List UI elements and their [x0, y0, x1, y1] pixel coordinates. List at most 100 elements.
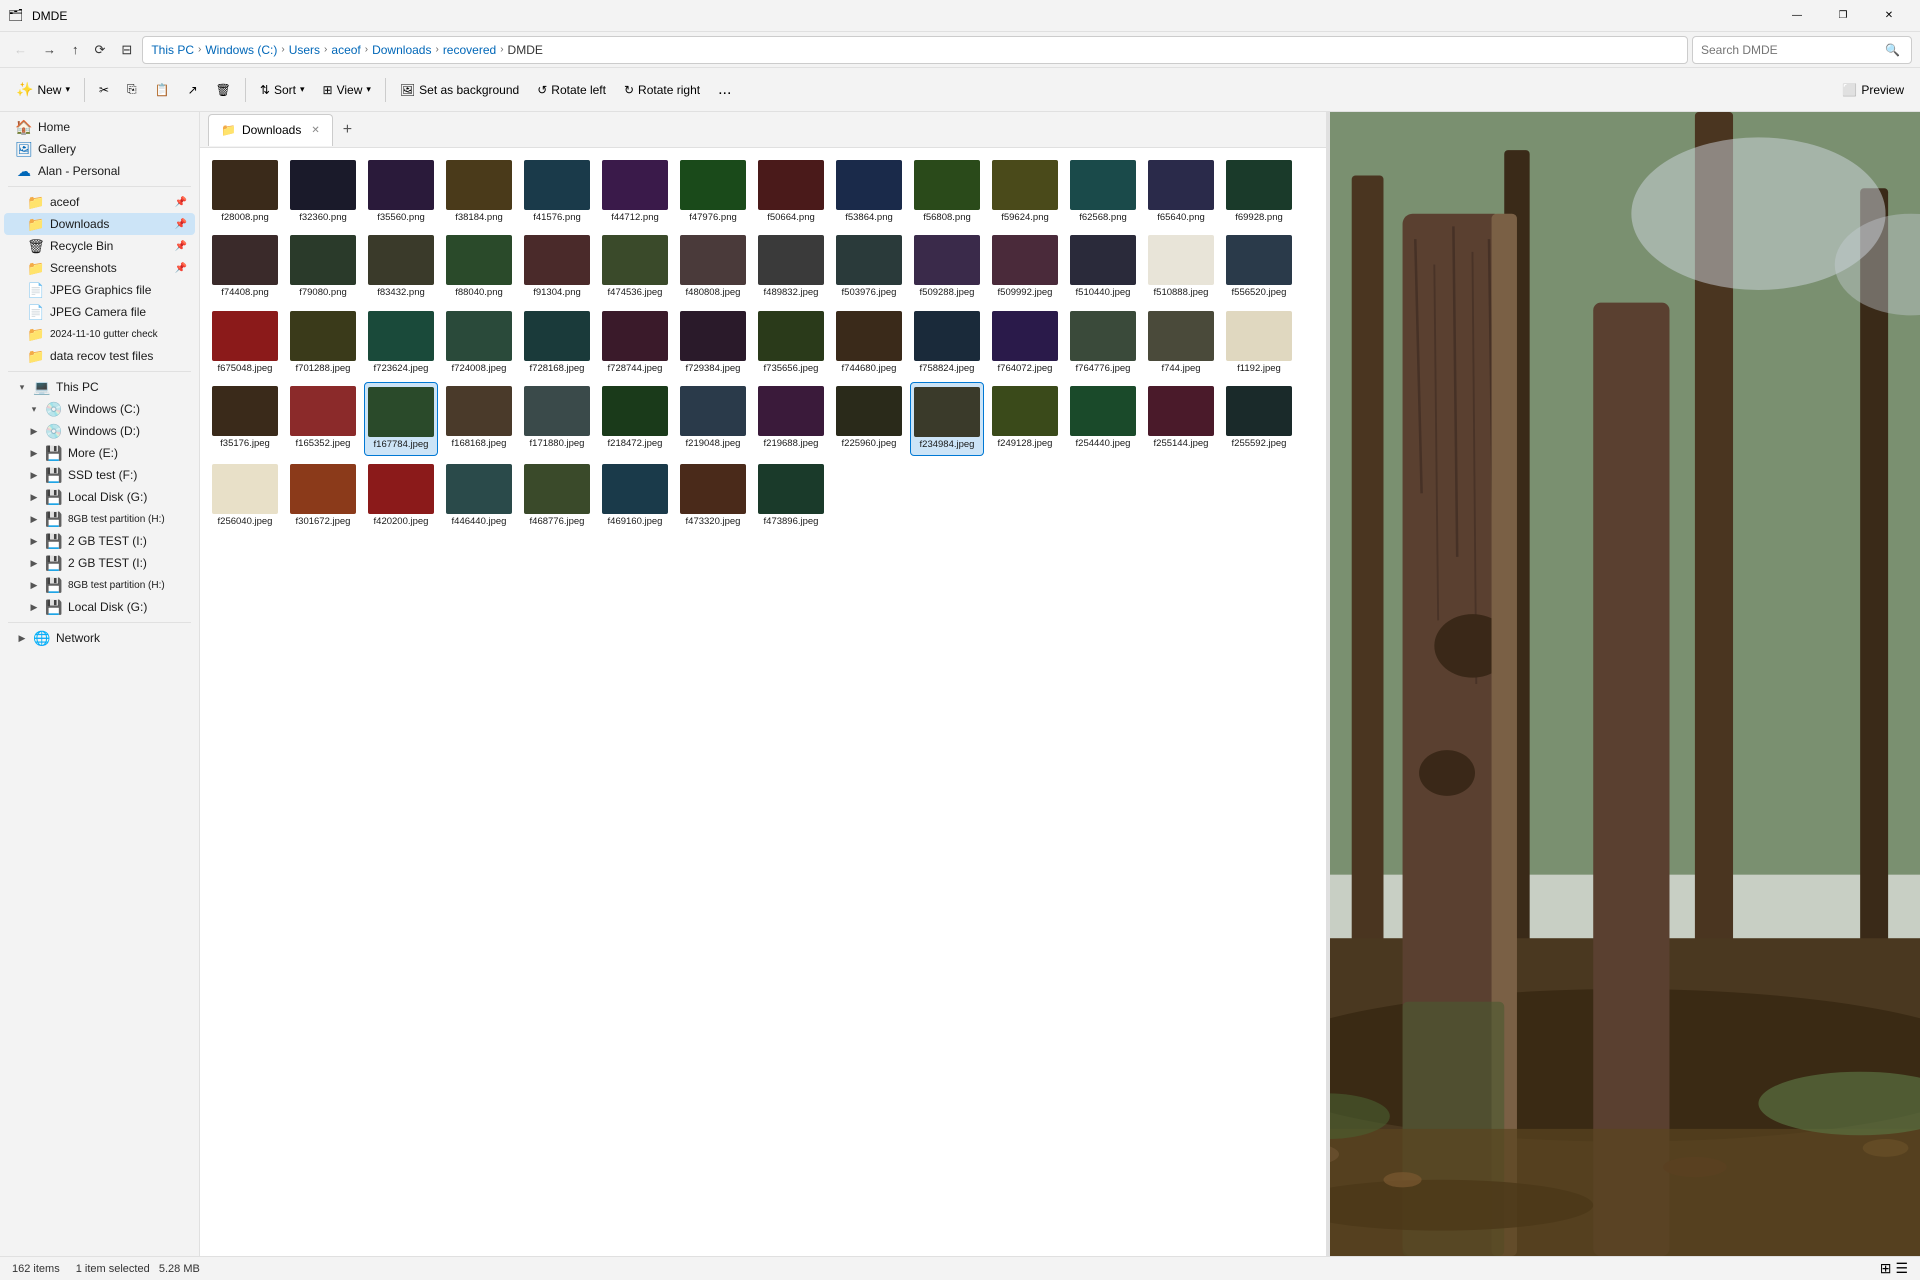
rotate-right-button[interactable]: ↻ Rotate right: [616, 72, 708, 108]
grid-container[interactable]: f28008.pngf32360.pngf35560.pngf38184.png…: [200, 148, 1326, 1256]
bc-downloads[interactable]: Downloads: [372, 43, 431, 57]
sidebar-item-jpeg-graphics[interactable]: 📄 JPEG Graphics file: [4, 279, 195, 301]
grid-item[interactable]: f301672.jpeg: [286, 460, 360, 531]
sidebar-item-8gb-h1[interactable]: ▶ 💾 8GB test partition (H:): [4, 508, 195, 530]
grid-item[interactable]: f47976.png: [676, 156, 750, 227]
grid-item[interactable]: f473896.jpeg: [754, 460, 828, 531]
tab-downloads[interactable]: 📁 Downloads ✕: [208, 114, 333, 146]
sidebar-item-windows-d[interactable]: ▶ 💿 Windows (D:): [4, 420, 195, 442]
grid-item[interactable]: f256040.jpeg: [208, 460, 282, 531]
grid-item[interactable]: f510888.jpeg: [1144, 231, 1218, 302]
copy-button[interactable]: ⎘: [119, 72, 145, 108]
forward-button[interactable]: →: [37, 38, 62, 61]
sidebar-item-recycle-bin[interactable]: 🗑 Recycle Bin 📌: [4, 235, 195, 257]
grid-item[interactable]: f723624.jpeg: [364, 307, 438, 378]
cut-button[interactable]: ✂: [91, 72, 117, 108]
bc-this-pc[interactable]: This PC: [151, 43, 194, 57]
grid-item[interactable]: f59624.png: [988, 156, 1062, 227]
grid-item[interactable]: f91304.png: [520, 231, 594, 302]
grid-item[interactable]: f758824.jpeg: [910, 307, 984, 378]
restore-button[interactable]: ❐: [1820, 0, 1866, 32]
more-e-toggle[interactable]: ▶: [28, 448, 40, 459]
grid-item[interactable]: f735656.jpeg: [754, 307, 828, 378]
sort-button[interactable]: ⇅ Sort ▾: [252, 72, 313, 108]
grid-item[interactable]: f446440.jpeg: [442, 460, 516, 531]
grid-item[interactable]: f480808.jpeg: [676, 231, 750, 302]
sidebar-item-home[interactable]: 🏠 Home: [4, 116, 195, 138]
grid-item[interactable]: f473320.jpeg: [676, 460, 750, 531]
grid-item[interactable]: f53864.png: [832, 156, 906, 227]
up-button[interactable]: ↑: [66, 38, 85, 61]
grid-item[interactable]: f62568.png: [1066, 156, 1140, 227]
grid-item[interactable]: f469160.jpeg: [598, 460, 672, 531]
grid-item[interactable]: f65640.png: [1144, 156, 1218, 227]
sidebar-item-more-e[interactable]: ▶ 💾 More (E:): [4, 442, 195, 464]
grid-item[interactable]: f41576.png: [520, 156, 594, 227]
grid-item[interactable]: f35176.jpeg: [208, 382, 282, 455]
grid-item[interactable]: f79080.png: [286, 231, 360, 302]
grid-item[interactable]: f474536.jpeg: [598, 231, 672, 302]
grid-item[interactable]: f503976.jpeg: [832, 231, 906, 302]
grid-item[interactable]: f556520.jpeg: [1222, 231, 1296, 302]
grid-item[interactable]: f44712.png: [598, 156, 672, 227]
grid-item[interactable]: f218472.jpeg: [598, 382, 672, 455]
sidebar-item-network[interactable]: ▶ 🌐 Network: [4, 627, 195, 649]
grid-item[interactable]: f234984.jpeg: [910, 382, 984, 455]
grid-item[interactable]: f510440.jpeg: [1066, 231, 1140, 302]
close-button[interactable]: ✕: [1866, 0, 1912, 32]
sidebar-item-windows-c[interactable]: ▾ 💿 Windows (C:): [4, 398, 195, 420]
sidebar-item-alan-personal[interactable]: ☁ Alan - Personal: [4, 160, 195, 182]
grid-item[interactable]: f249128.jpeg: [988, 382, 1062, 455]
minimize-button[interactable]: —: [1774, 0, 1820, 32]
grid-item[interactable]: f724008.jpeg: [442, 307, 516, 378]
delete-button[interactable]: 🗑: [208, 72, 239, 108]
grid-item[interactable]: f69928.png: [1222, 156, 1296, 227]
tab-close-button[interactable]: ✕: [311, 125, 319, 136]
search-input[interactable]: [1701, 43, 1881, 57]
preview-button[interactable]: ⬜ Preview: [1834, 79, 1912, 101]
grid-item[interactable]: f56808.png: [910, 156, 984, 227]
8gb-h2-toggle[interactable]: ▶: [28, 580, 40, 591]
share-button[interactable]: ↗: [180, 72, 206, 108]
set-background-button[interactable]: 🖼 Set as background: [392, 72, 527, 108]
sidebar-item-aceof[interactable]: 📁 aceof 📌: [4, 191, 195, 213]
sidebar-item-screenshots[interactable]: 📁 Screenshots 📌: [4, 257, 195, 279]
grid-item[interactable]: f219048.jpeg: [676, 382, 750, 455]
grid-item[interactable]: f728744.jpeg: [598, 307, 672, 378]
grid-item[interactable]: f509992.jpeg: [988, 231, 1062, 302]
grid-item[interactable]: f167784.jpeg: [364, 382, 438, 455]
local-g2-toggle[interactable]: ▶: [28, 602, 40, 613]
grid-item[interactable]: f88040.png: [442, 231, 516, 302]
windows-c-toggle[interactable]: ▾: [28, 404, 40, 415]
grid-item[interactable]: f420200.jpeg: [364, 460, 438, 531]
grid-item[interactable]: f675048.jpeg: [208, 307, 282, 378]
grid-item[interactable]: f701288.jpeg: [286, 307, 360, 378]
grid-item[interactable]: f744.jpeg: [1144, 307, 1218, 378]
grid-item[interactable]: f168168.jpeg: [442, 382, 516, 455]
sidebar-item-gallery[interactable]: 🖼 Gallery: [4, 138, 195, 160]
sidebar-item-data-recov[interactable]: 📁 data recov test files: [4, 345, 195, 367]
2gb-i1-toggle[interactable]: ▶: [28, 536, 40, 547]
sidebar-item-local-g2[interactable]: ▶ 💾 Local Disk (G:): [4, 596, 195, 618]
sidebar-item-this-pc[interactable]: ▾ 💻 This PC: [4, 376, 195, 398]
bc-windows-c[interactable]: Windows (C:): [205, 43, 277, 57]
sidebar-item-downloads[interactable]: 📁 Downloads 📌: [4, 213, 195, 235]
bc-recovered[interactable]: recovered: [443, 43, 496, 57]
grid-item[interactable]: f255144.jpeg: [1144, 382, 1218, 455]
grid-view-button[interactable]: ⊞: [1880, 1260, 1892, 1277]
windows-d-toggle[interactable]: ▶: [28, 426, 40, 437]
grid-item[interactable]: f225960.jpeg: [832, 382, 906, 455]
sidebar-item-local-g[interactable]: ▶ 💾 Local Disk (G:): [4, 486, 195, 508]
grid-item[interactable]: f729384.jpeg: [676, 307, 750, 378]
sidebar-item-ssd-f[interactable]: ▶ 💾 SSD test (F:): [4, 464, 195, 486]
grid-item[interactable]: f38184.png: [442, 156, 516, 227]
network-toggle[interactable]: ▶: [16, 633, 28, 644]
grid-item[interactable]: f509288.jpeg: [910, 231, 984, 302]
local-g-toggle[interactable]: ▶: [28, 492, 40, 503]
2gb-i2-toggle[interactable]: ▶: [28, 558, 40, 569]
grid-item[interactable]: f219688.jpeg: [754, 382, 828, 455]
grid-item[interactable]: f32360.png: [286, 156, 360, 227]
more-button[interactable]: ...: [710, 77, 739, 103]
grid-item[interactable]: f728168.jpeg: [520, 307, 594, 378]
view-switcher-button[interactable]: ⊟: [115, 38, 138, 62]
